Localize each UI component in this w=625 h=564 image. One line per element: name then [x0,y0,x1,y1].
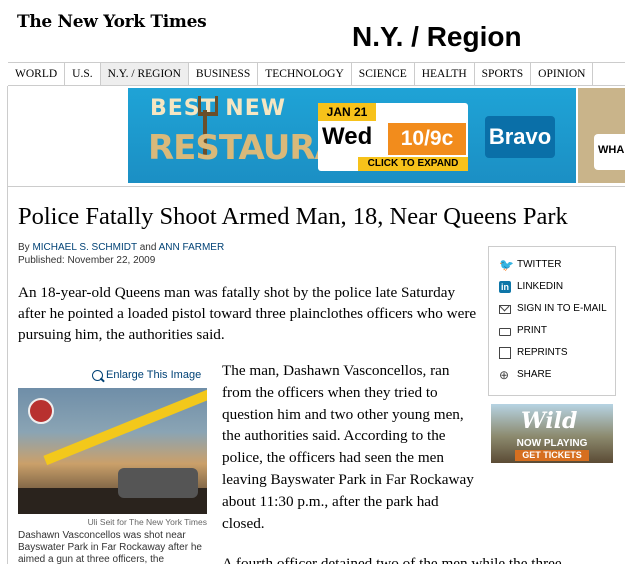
twitter-icon: 🐦 [499,258,514,272]
tool-email[interactable]: SIGN IN TO E-MAIL [499,303,609,315]
section-nav: WORLD U.S. N.Y. / REGION BUSINESS TECHNO… [8,62,625,86]
byline: By MICHAEL S. SCHMIDT and ANN FARMER [18,242,224,253]
tool-email-label: SIGN IN TO E-MAIL [517,303,607,314]
ad-side[interactable]: WHA [578,88,625,183]
tool-twitter-label: TWITTER [517,259,562,270]
byline-prefix: By [18,242,30,253]
photo-car [118,468,198,498]
published-date: Published: November 22, 2009 [18,255,156,266]
ad-time: 10/9c [388,123,466,155]
tool-linkedin[interactable]: in LINKEDIN [499,281,609,293]
ad-best-new: BEST NEW [150,96,287,121]
header-divider [8,186,625,187]
lead-paragraph: An 18-year-old Queens man was fatally sh… [18,284,477,343]
sidebar-ad[interactable]: Wild NOW PLAYING GET TICKETS [491,404,613,463]
nav-item-business[interactable]: BUSINESS [189,63,259,85]
sidebar-ad-title: Wild [521,408,578,434]
photo-police-tape [43,388,207,466]
ad-side-text: WHA [594,134,625,170]
enlarge-label: Enlarge This Image [106,369,202,381]
tool-print-label: PRINT [517,325,547,336]
photo-caption: Dashawn Vasconcellos was shot near Baysw… [18,530,202,564]
nav-item-ny-region[interactable]: N.Y. / REGION [100,63,189,85]
printer-icon [499,328,511,336]
linkedin-icon: in [499,281,511,293]
tool-linkedin-label: LINKEDIN [517,281,564,292]
nav-item-sports[interactable]: SPORTS [475,63,532,85]
photo-credit: Uli Seit for The New York Times [87,517,207,527]
ad-expand-button[interactable]: CLICK TO EXPAND [358,157,468,171]
share-icon: ⊕ [499,368,510,382]
magnifier-icon [92,369,103,381]
get-tickets-button[interactable]: GET TICKETS [515,450,589,461]
envelope-icon [499,305,511,314]
enlarge-image-link[interactable]: Enlarge This Image [92,369,201,381]
nav-item-health[interactable]: HEALTH [415,63,475,85]
article-tools: 🐦 TWITTER in LINKEDIN SIGN IN TO E-MAIL … [488,246,616,463]
masthead: The New York Times N.Y. / Region [0,0,625,62]
nav-item-world[interactable]: WORLD [8,63,66,85]
ad-bravo-logo: Bravo [485,116,555,158]
left-divider [7,86,8,564]
reprints-icon [499,347,511,359]
article-photo[interactable] [18,388,207,514]
section-title[interactable]: N.Y. / Region [352,21,522,53]
nav-item-technology[interactable]: TECHNOLOGY [258,63,352,85]
author-link-1[interactable]: MICHAEL S. SCHMIDT [32,242,136,253]
article-tools-box: 🐦 TWITTER in LINKEDIN SIGN IN TO E-MAIL … [488,246,616,396]
tool-print[interactable]: PRINT [499,325,609,337]
ad-banner[interactable]: BEST NEW RESTAURANT JAN 21 Wed 10/9c CLI… [128,88,576,183]
article-headline: Police Fatally Shoot Armed Man, 18, Near… [18,203,568,230]
tool-reprints-label: REPRINTS [517,347,568,358]
photo-stop-sign [28,398,54,424]
sidebar-ad-now-playing: NOW PLAYING [516,438,588,449]
tool-share-label: SHARE [517,369,552,380]
body-paragraph-2: A fourth officer detained two of the men… [222,555,562,564]
ad-day: Wed [322,123,373,150]
nav-item-opinion[interactable]: OPINION [531,63,594,85]
body-paragraph-1: The man, Dashawn Vasconcellos, ran from … [222,362,474,532]
tool-reprints[interactable]: REPRINTS [499,347,609,359]
author-link-2[interactable]: ANN FARMER [159,242,225,253]
tool-share[interactable]: ⊕ SHARE [499,369,609,381]
ad-date-box: JAN 21 Wed 10/9c CLICK TO EXPAND [318,103,468,171]
tool-twitter[interactable]: 🐦 TWITTER [499,259,609,271]
nyt-logo[interactable]: The New York Times [17,12,207,32]
byline-and: and [139,242,157,253]
ad-date: JAN 21 [318,103,376,121]
nav-item-us[interactable]: U.S. [65,63,101,85]
nav-item-science[interactable]: SCIENCE [352,63,415,85]
